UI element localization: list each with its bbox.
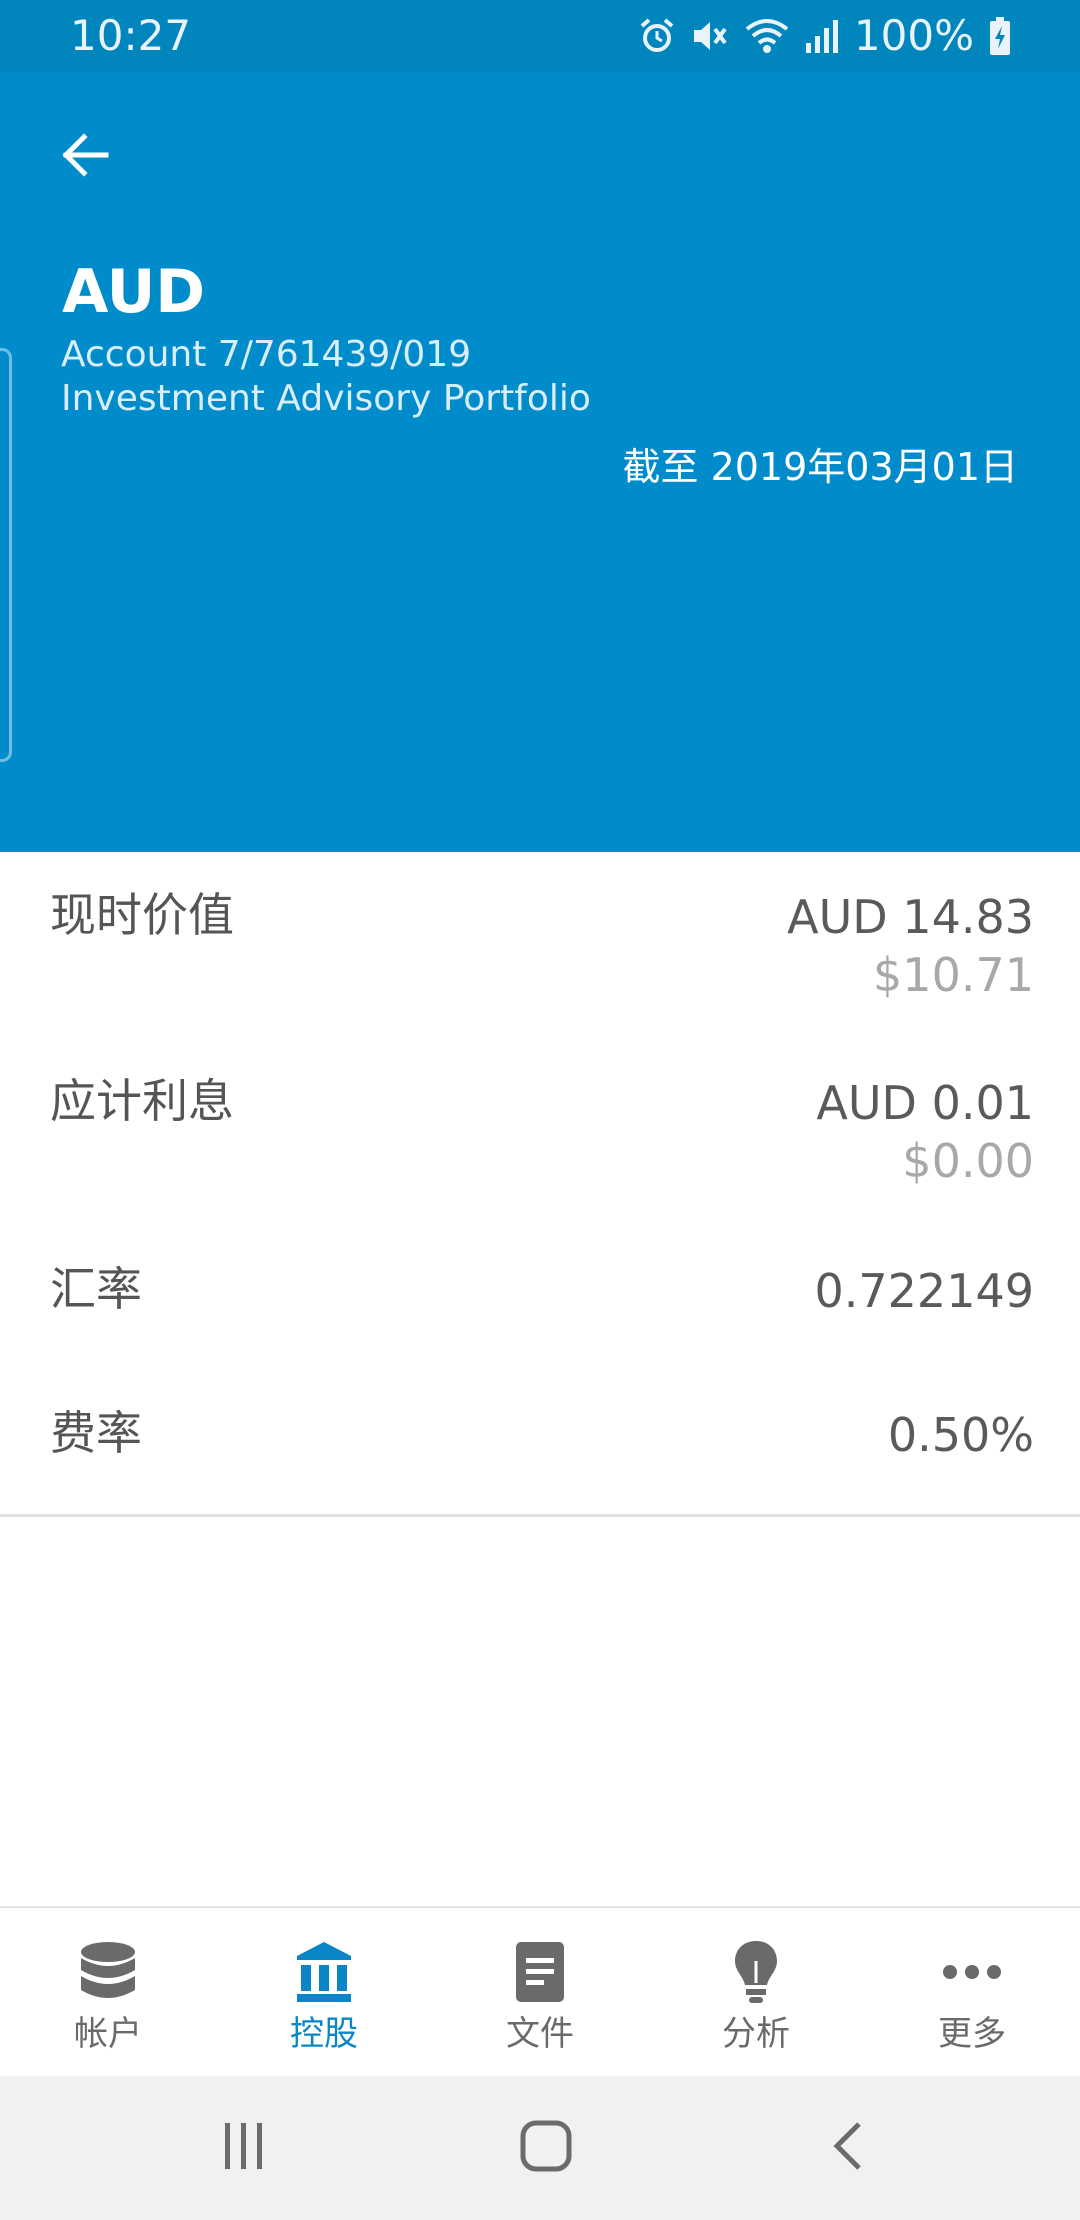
detail-value: AUD 14.83 <box>787 890 1034 944</box>
nav-label: 控股 <box>290 2014 358 2054</box>
nav-item-accounts[interactable]: 帐户 <box>0 1908 216 2076</box>
status-bar: 10:27 100% <box>0 0 1080 72</box>
home-icon <box>520 2120 572 2176</box>
battery-charging-icon <box>988 16 1012 56</box>
detail-label: 现时价值 <box>50 888 234 942</box>
nav-label: 文件 <box>506 2014 574 2054</box>
account-number: Account 7/761439/019 <box>61 334 472 375</box>
nav-item-more[interactable]: 更多 <box>864 1908 1080 2076</box>
status-icons: 100% <box>638 12 1012 60</box>
battery-percentage: 100% <box>853 11 974 60</box>
detail-value: 0.50% <box>887 1408 1034 1462</box>
mute-icon <box>690 17 730 55</box>
detail-value: AUD 0.01 <box>816 1076 1034 1130</box>
detail-value: 0.722149 <box>814 1264 1035 1318</box>
portfolio-name: Investment Advisory Portfolio <box>61 378 591 419</box>
alarm-icon <box>638 17 676 55</box>
detail-label: 费率 <box>50 1406 142 1460</box>
detail-sub-value: $0.00 <box>902 1134 1034 1188</box>
wifi-icon <box>744 17 790 55</box>
system-navigation-bar <box>0 2076 1080 2220</box>
signal-icon <box>804 17 840 55</box>
nav-label: 分析 <box>722 2014 790 2054</box>
nav-item-holdings[interactable]: 控股 <box>216 1908 432 2076</box>
nav-label: 更多 <box>938 2014 1006 2054</box>
detail-label: 应计利息 <box>50 1074 234 1128</box>
document-icon <box>514 1936 566 2008</box>
arrow-left-icon <box>58 128 112 186</box>
bottom-navigation: 帐户 控股 文件 分析 更多 <box>0 1906 1080 2076</box>
divider <box>0 1514 1080 1517</box>
back-button[interactable] <box>50 122 120 192</box>
lightbulb-icon <box>732 1936 780 2008</box>
recents-icon <box>221 2121 267 2175</box>
bank-icon <box>294 1936 354 2008</box>
more-dots-icon <box>942 1936 1002 2008</box>
recents-button[interactable] <box>204 2116 284 2180</box>
nav-label: 帐户 <box>74 2014 142 2054</box>
edge-panel-handle[interactable] <box>0 348 12 762</box>
as-of-date: 截至 2019年03月01日 <box>622 445 1019 489</box>
currency-title: AUD <box>62 257 206 327</box>
back-icon <box>831 2120 865 2176</box>
nav-item-analysis[interactable]: 分析 <box>648 1908 864 2076</box>
system-back-button[interactable] <box>808 2116 888 2180</box>
detail-label: 汇率 <box>50 1262 142 1316</box>
database-icon <box>78 1936 138 2008</box>
account-header: AUD Account 7/761439/019 Investment Advi… <box>0 72 1080 852</box>
status-time: 10:27 <box>70 11 192 60</box>
detail-sub-value: $10.71 <box>873 948 1034 1002</box>
nav-item-documents[interactable]: 文件 <box>432 1908 648 2076</box>
home-button[interactable] <box>506 2116 586 2180</box>
